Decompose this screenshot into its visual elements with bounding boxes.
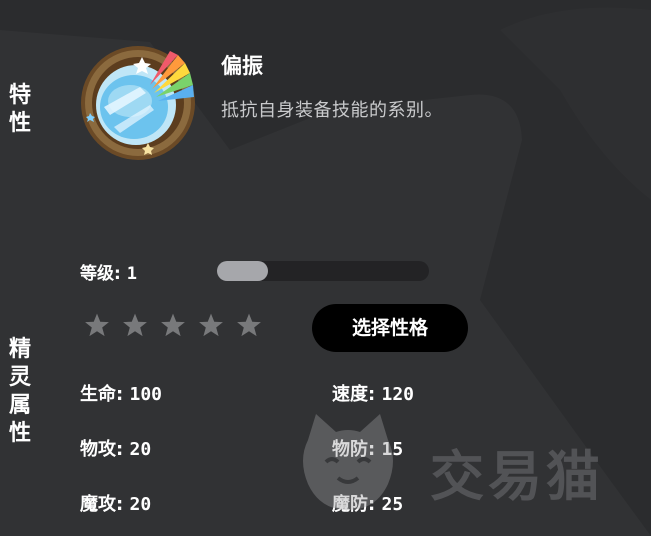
stat-speed-value: 120 (381, 384, 414, 405)
trait-side-label: 特 性 (6, 82, 34, 138)
stat-hp: 生命: 100 (80, 380, 162, 406)
level-label-text: 等级: (80, 264, 121, 284)
select-nature-button[interactable]: 选择性格 (312, 304, 468, 352)
watermark-text: 交易猫 (430, 445, 604, 508)
stat-magic-attack-label: 魔攻: (80, 494, 124, 515)
stat-speed: 速度: 120 (332, 380, 414, 406)
star-icon (161, 313, 185, 337)
star-icon (237, 313, 261, 337)
attr-label-char: 性 (8, 421, 31, 446)
level-label: 等级: 1 (80, 259, 137, 284)
level-progress-fill (217, 261, 268, 281)
trait-label-char: 特 (8, 83, 31, 108)
attr-label-char: 灵 (8, 365, 31, 390)
stat-magic-attack-value: 20 (129, 494, 152, 515)
stat-physical-attack-label: 物攻: (80, 439, 124, 460)
stat-physical-attack: 物攻: 20 (80, 435, 151, 461)
trait-name: 偏振 (221, 54, 263, 78)
level-value: 1 (126, 264, 137, 284)
attr-label-char: 精 (8, 337, 31, 362)
trait-description: 抵抗自身装备技能的系别。 (221, 100, 443, 121)
attributes-side-label: 精 灵 属 性 (6, 336, 34, 448)
star-icon (123, 313, 147, 337)
trait-label-char: 性 (8, 111, 31, 136)
star-icon (199, 313, 223, 337)
star-icon (85, 313, 109, 337)
attr-label-char: 属 (8, 393, 31, 418)
star-rating (84, 312, 262, 338)
stat-hp-label: 生命: (80, 384, 124, 405)
stat-magic-attack: 魔攻: 20 (80, 490, 151, 516)
level-progress-bar (217, 261, 429, 281)
rainbow-mirror-icon (81, 46, 195, 160)
stat-physical-attack-value: 20 (129, 439, 152, 460)
stat-hp-value: 100 (129, 384, 162, 405)
stat-speed-label: 速度: (332, 384, 376, 405)
